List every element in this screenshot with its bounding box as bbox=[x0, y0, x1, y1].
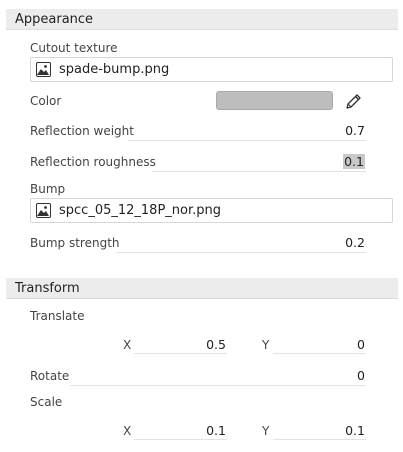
translate-label: Translate bbox=[30, 309, 85, 323]
reflection-roughness-underline bbox=[152, 171, 366, 172]
cutout-texture-filename: spade-bump.png bbox=[59, 62, 170, 77]
pencil-icon[interactable] bbox=[344, 93, 362, 111]
reflection-roughness-input[interactable]: 0.1 bbox=[343, 154, 365, 169]
cutout-texture-label: Cutout texture bbox=[30, 41, 118, 55]
bump-texture-field[interactable]: spcc_05_12_18P_nor.png bbox=[30, 198, 393, 223]
appearance-section-header[interactable]: Appearance bbox=[6, 9, 398, 30]
scale-y-label: Y bbox=[262, 424, 270, 438]
translate-y-label: Y bbox=[262, 338, 270, 352]
reflection-weight-underline bbox=[128, 140, 366, 141]
reflection-weight-label: Reflection weight bbox=[30, 124, 134, 138]
scale-y-underline bbox=[273, 439, 366, 440]
translate-x-label: X bbox=[123, 338, 132, 352]
transform-header-label: Transform bbox=[15, 281, 80, 296]
bump-strength-underline bbox=[116, 252, 366, 253]
scale-label: Scale bbox=[30, 395, 63, 409]
bump-strength-label: Bump strength bbox=[30, 236, 120, 250]
rotate-input[interactable]: 0 bbox=[357, 368, 365, 383]
rotate-label: Rotate bbox=[30, 369, 70, 383]
translate-x-underline bbox=[134, 353, 227, 354]
color-swatch[interactable] bbox=[216, 91, 333, 110]
translate-y-underline bbox=[273, 353, 366, 354]
bump-label: Bump bbox=[30, 182, 66, 196]
cutout-texture-field[interactable]: spade-bump.png bbox=[30, 57, 393, 82]
reflection-weight-input[interactable]: 0.7 bbox=[345, 123, 365, 138]
bump-strength-input[interactable]: 0.2 bbox=[345, 235, 365, 250]
color-label: Color bbox=[30, 94, 62, 108]
image-icon bbox=[36, 203, 51, 218]
transform-section-header[interactable]: Transform bbox=[6, 278, 398, 299]
rotate-underline bbox=[70, 385, 366, 386]
scale-x-label: X bbox=[123, 424, 132, 438]
image-icon bbox=[36, 62, 51, 77]
translate-x-input[interactable]: 0.5 bbox=[206, 337, 226, 352]
reflection-roughness-label: Reflection roughness bbox=[30, 155, 156, 169]
scale-x-underline bbox=[134, 439, 227, 440]
scale-y-input[interactable]: 0.1 bbox=[345, 423, 365, 438]
scale-x-input[interactable]: 0.1 bbox=[206, 423, 226, 438]
translate-y-input[interactable]: 0 bbox=[357, 337, 365, 352]
appearance-header-label: Appearance bbox=[15, 12, 94, 27]
bump-texture-filename: spcc_05_12_18P_nor.png bbox=[59, 203, 222, 218]
